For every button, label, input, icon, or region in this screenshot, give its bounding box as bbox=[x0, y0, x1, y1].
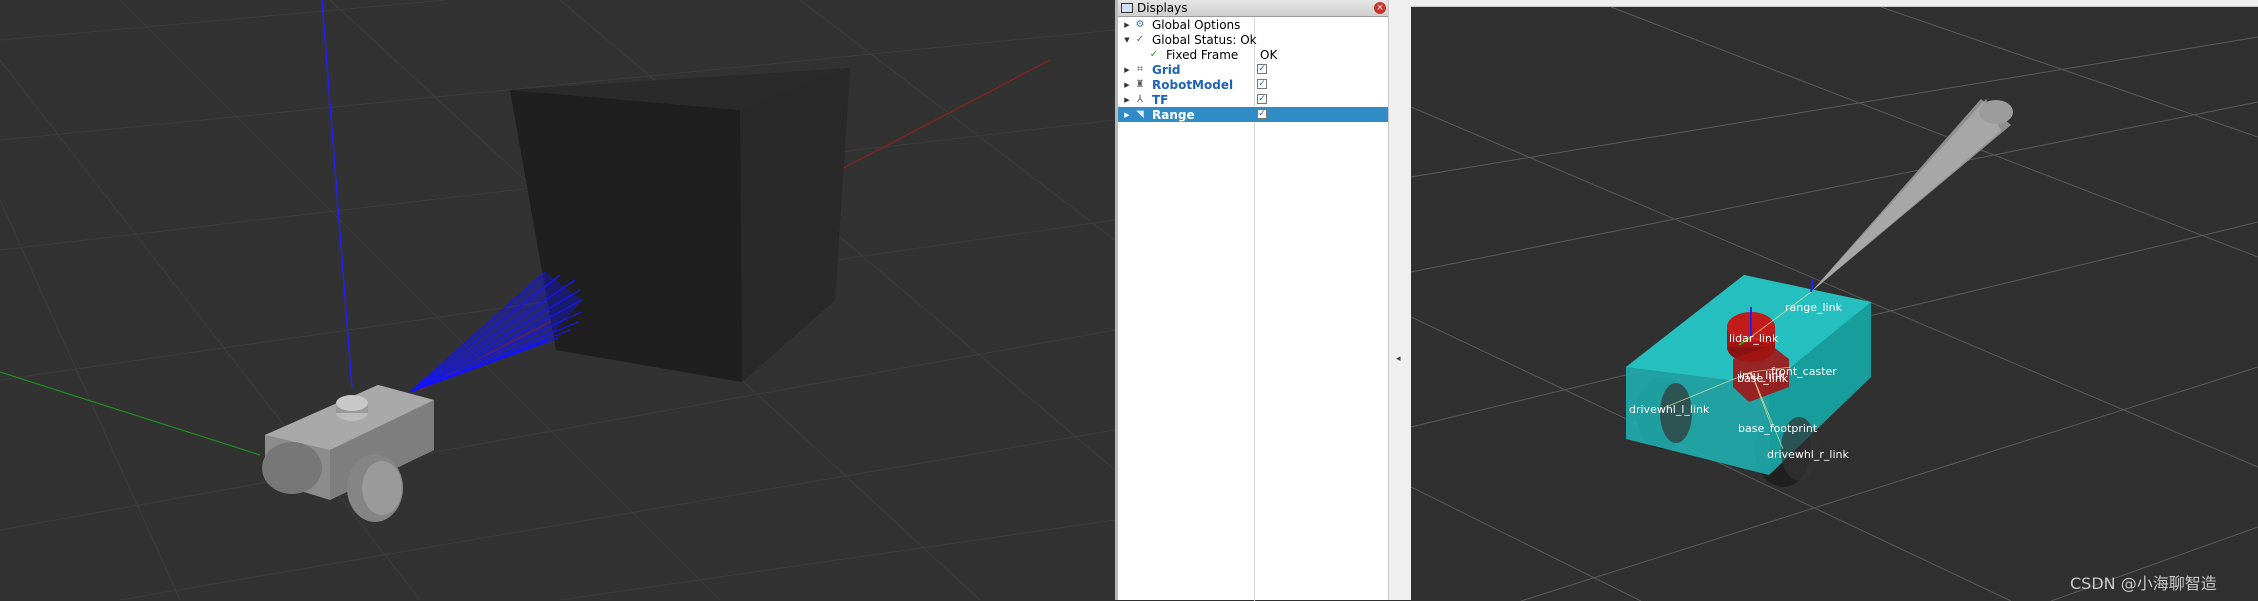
displays-panel-header: Displays × bbox=[1118, 0, 1388, 17]
displays-panel: Displays × ▶ ⚙ Global Options ▼ ✓ Global… bbox=[1118, 0, 1388, 601]
robot-icon: ♜ bbox=[1135, 78, 1145, 90]
tree-item-label: Range bbox=[1152, 107, 1195, 122]
check-icon: ✓ bbox=[1149, 48, 1159, 60]
frame-label-front-caster: front_caster bbox=[1771, 365, 1837, 378]
expand-arrow-icon[interactable]: ▶ bbox=[1122, 111, 1132, 119]
rviz-scene[interactable]: range_link lidar_link imu_link base_link… bbox=[1411, 7, 2258, 601]
tree-item-global-options[interactable]: ▶ ⚙ Global Options bbox=[1118, 17, 1388, 32]
gazebo-3d-viewport[interactable] bbox=[0, 0, 1115, 600]
tree-item-robotmodel[interactable]: ▶ ♜ RobotModel ✓ bbox=[1118, 77, 1388, 92]
tree-item-label: Grid bbox=[1152, 62, 1181, 77]
collapse-arrow-icon[interactable]: ▼ bbox=[1122, 36, 1132, 44]
frame-label-drivewhl-l-link: drivewhl_l_link bbox=[1629, 403, 1710, 416]
expand-arrow-icon[interactable]: ▶ bbox=[1122, 96, 1132, 104]
close-panel-button[interactable]: × bbox=[1374, 2, 1386, 14]
tree-item-label: RobotModel bbox=[1152, 77, 1234, 92]
check-icon: ✓ bbox=[1135, 33, 1145, 45]
robotmodel-enable-checkbox[interactable]: ✓ bbox=[1257, 79, 1267, 89]
displays-tree: ▶ ⚙ Global Options ▼ ✓ Global Status: Ok… bbox=[1118, 17, 1388, 601]
tree-item-grid[interactable]: ▶ ⌗ Grid ✓ bbox=[1118, 62, 1388, 77]
axes-icon: ⅄ bbox=[1136, 93, 1144, 105]
tree-item-label: Global Status: Ok bbox=[1152, 32, 1257, 47]
grid-enable-checkbox[interactable]: ✓ bbox=[1257, 64, 1267, 74]
panel-splitter[interactable]: ◂ bbox=[1388, 0, 1411, 600]
monitor-icon bbox=[1121, 3, 1133, 13]
tree-item-tf[interactable]: ▶ ⅄ TF ✓ bbox=[1118, 92, 1388, 107]
watermark: CSDN @小海聊智造 bbox=[2070, 574, 2217, 593]
expand-arrow-icon[interactable]: ▶ bbox=[1122, 66, 1132, 74]
tf-enable-checkbox[interactable]: ✓ bbox=[1257, 94, 1267, 104]
tree-item-global-status[interactable]: ▼ ✓ Global Status: Ok bbox=[1118, 32, 1388, 47]
frame-label-drivewhl-r-link: drivewhl_r_link bbox=[1767, 448, 1849, 461]
expand-arrow-icon[interactable]: ▶ bbox=[1122, 81, 1132, 89]
tree-item-label: Global Options bbox=[1152, 17, 1241, 32]
tree-item-label: Fixed Frame bbox=[1166, 47, 1239, 62]
frame-label-range-link: range_link bbox=[1785, 301, 1843, 314]
rviz-3d-viewport[interactable]: range_link lidar_link imu_link base_link… bbox=[1411, 6, 2258, 601]
tree-item-fixed-frame[interactable]: ✓ Fixed Frame OK bbox=[1118, 47, 1388, 62]
gear-icon: ⚙ bbox=[1135, 18, 1145, 30]
expand-arrow-icon[interactable]: ▶ bbox=[1122, 21, 1132, 29]
tree-item-range[interactable]: ▶ ◥ Range ✓ bbox=[1118, 107, 1388, 122]
tree-item-label: TF bbox=[1152, 92, 1169, 107]
fixed-frame-status-value: OK bbox=[1260, 47, 1278, 62]
grid-icon: ⌗ bbox=[1137, 63, 1143, 75]
displays-title: Displays bbox=[1137, 1, 1188, 15]
gazebo-scene[interactable] bbox=[0, 0, 1115, 600]
range-icon: ◥ bbox=[1136, 108, 1144, 120]
collapse-left-icon[interactable]: ◂ bbox=[1396, 354, 1401, 364]
frame-label-base-footprint: base_footprint bbox=[1738, 422, 1818, 435]
frame-label-lidar-link: lidar_link bbox=[1729, 332, 1779, 345]
range-enable-checkbox[interactable]: ✓ bbox=[1257, 109, 1267, 119]
